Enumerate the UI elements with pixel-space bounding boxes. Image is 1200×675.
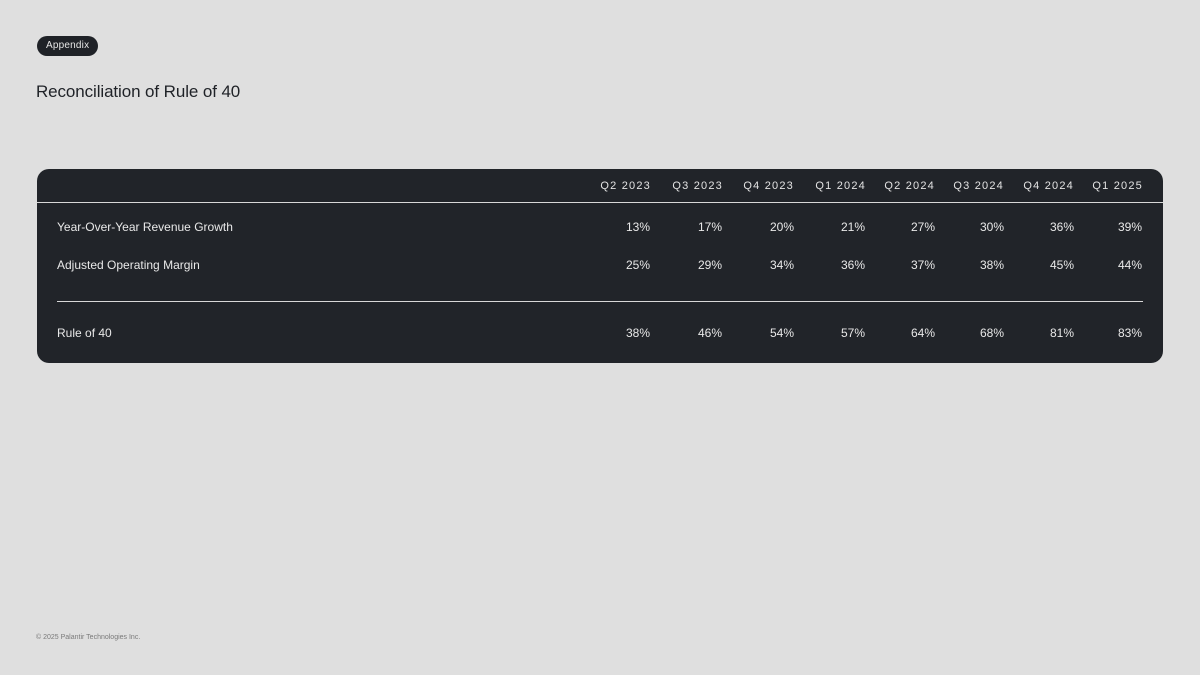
row-label-revenue-growth: Year-Over-Year Revenue Growth xyxy=(57,220,233,234)
table-cell: 36% xyxy=(1049,220,1074,234)
appendix-badge: Appendix xyxy=(37,36,99,56)
table-cell: 64% xyxy=(910,326,935,340)
table-cell: 81% xyxy=(1049,326,1074,340)
column-header: Q3 2023 xyxy=(672,180,723,192)
table-cell: 45% xyxy=(1049,258,1074,272)
column-header: Q1 2024 xyxy=(815,180,866,192)
header-divider xyxy=(37,202,1163,203)
table-cell: 37% xyxy=(910,258,935,272)
copyright-footer: © 2025 Palantir Technologies Inc. xyxy=(36,634,141,641)
table-cell: 27% xyxy=(910,220,935,234)
table-cell: 25% xyxy=(625,258,650,272)
table-cell: 21% xyxy=(840,220,865,234)
table-cell: 20% xyxy=(769,220,794,234)
table-cell: 39% xyxy=(1117,220,1142,234)
table-cell: 54% xyxy=(769,326,794,340)
rule-of-40-table: Q2 2023 Q3 2023 Q4 2023 Q1 2024 Q2 2024 … xyxy=(37,169,1163,363)
table-cell: 13% xyxy=(625,220,650,234)
table-cell: 30% xyxy=(979,220,1004,234)
row-label-rule-of-40: Rule of 40 xyxy=(57,326,112,340)
column-header: Q4 2024 xyxy=(1023,180,1074,192)
page-title: Reconciliation of Rule of 40 xyxy=(36,82,241,101)
column-header: Q2 2024 xyxy=(884,180,935,192)
table-cell: 83% xyxy=(1117,326,1142,340)
column-header: Q1 2025 xyxy=(1092,180,1143,192)
table-cell: 34% xyxy=(769,258,794,272)
table-cell: 29% xyxy=(697,258,722,272)
total-divider xyxy=(57,301,1143,302)
table-cell: 57% xyxy=(840,326,865,340)
table-cell: 44% xyxy=(1117,258,1142,272)
table-cell: 38% xyxy=(979,258,1004,272)
table-cell: 46% xyxy=(697,326,722,340)
column-header: Q3 2024 xyxy=(953,180,1004,192)
table-cell: 68% xyxy=(979,326,1004,340)
row-label-operating-margin: Adjusted Operating Margin xyxy=(57,258,200,272)
table-cell: 17% xyxy=(697,220,722,234)
table-cell: 38% xyxy=(625,326,650,340)
column-header: Q4 2023 xyxy=(743,180,794,192)
column-header: Q2 2023 xyxy=(600,180,651,192)
table-cell: 36% xyxy=(840,258,865,272)
